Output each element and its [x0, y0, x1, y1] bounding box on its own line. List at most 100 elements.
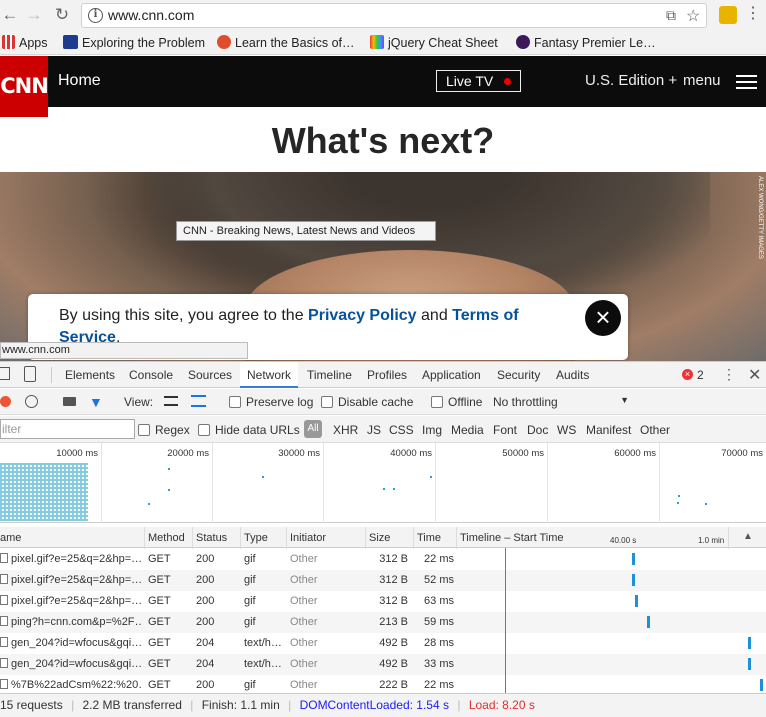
page-headline: What's next? — [271, 120, 495, 161]
throttling-select[interactable]: No throttling ▼ — [493, 395, 635, 409]
bookmark-fantasy-pl[interactable]: Fantasy Premier Le… — [516, 35, 656, 50]
error-count[interactable]: 2 — [697, 368, 704, 382]
capture-screenshots-icon[interactable] — [63, 397, 76, 406]
request-name: %7B%22adCsm%22:%20… — [0, 679, 142, 691]
bookmark-apps[interactable]: Apps — [2, 35, 48, 50]
filter-css[interactable]: CSS — [389, 423, 414, 437]
table-row[interactable]: gen_204?id=wfocus&gqi… GET 204 text/h… Other… — [0, 654, 766, 675]
filter-media[interactable]: Media — [451, 423, 484, 437]
request-size: 213 B — [379, 616, 408, 628]
filter-input[interactable]: ilter — [0, 419, 135, 439]
table-row[interactable]: pixel.gif?e=25&q=2&hp=… GET 200 gif Other 312… — [0, 591, 766, 612]
request-method: GET — [148, 616, 171, 628]
preserve-log-checkbox[interactable]: Preserve log — [229, 395, 313, 409]
table-row[interactable]: gen_204?id=wfocus&gqi… GET 204 text/h… Other… — [0, 633, 766, 654]
filter-manifest[interactable]: Manifest — [586, 423, 631, 437]
col-time[interactable]: Time — [417, 532, 441, 544]
forward-icon[interactable]: → — [24, 5, 44, 25]
tab-security[interactable]: Security — [497, 368, 540, 382]
devtools-menu-icon[interactable]: ⋮ — [722, 366, 736, 383]
col-size[interactable]: Size — [369, 532, 390, 544]
offline-checkbox[interactable]: Offline — [431, 395, 482, 409]
disable-cache-checkbox[interactable]: Disable cache — [321, 395, 413, 409]
filter-js[interactable]: JS — [367, 423, 381, 437]
back-icon[interactable]: ← — [0, 5, 20, 25]
view-label: View: — [124, 395, 154, 409]
request-time: 28 ms — [424, 637, 454, 649]
tab-audits[interactable]: Audits — [556, 368, 589, 382]
file-icon — [0, 637, 8, 647]
col-name[interactable]: ame — [0, 532, 21, 544]
cnn-logo[interactable]: CNN — [0, 56, 49, 117]
record-icon[interactable] — [0, 396, 11, 407]
large-rows-icon[interactable] — [164, 396, 178, 406]
col-status[interactable]: Status — [196, 532, 227, 544]
request-name: pixel.gif?e=25&q=2&hp=… — [0, 574, 142, 586]
tab-timeline[interactable]: Timeline — [307, 368, 352, 382]
tab-application[interactable]: Application — [422, 368, 481, 382]
menu-label[interactable]: menu — [683, 72, 721, 89]
filter-doc[interactable]: Doc — [527, 423, 548, 437]
inspect-element-icon[interactable] — [0, 367, 10, 380]
tab-sources[interactable]: Sources — [188, 368, 232, 382]
sort-ascending-icon[interactable]: ▲ — [743, 531, 753, 542]
request-method: GET — [148, 553, 171, 565]
tab-elements[interactable]: Elements — [65, 368, 115, 382]
clear-icon[interactable] — [25, 395, 38, 408]
close-consent-button[interactable]: × — [585, 300, 621, 336]
close-devtools-icon[interactable]: ✕ — [748, 365, 761, 385]
waterfall-view-icon[interactable] — [191, 395, 206, 407]
col-initiator[interactable]: Initiator — [290, 532, 326, 544]
blocked-plugin-icon[interactable]: ⧉ — [666, 7, 676, 24]
filter-xhr[interactable]: XHR — [333, 423, 358, 437]
overview-dot — [678, 495, 680, 497]
more-menu-icon[interactable]: ⋮ — [745, 5, 761, 23]
table-row[interactable]: pixel.gif?e=25&q=2&hp=… GET 200 gif Other 312… — [0, 549, 766, 570]
bookmark-jquery[interactable]: jQuery Cheat Sheet — [370, 35, 498, 50]
regex-checkbox[interactable]: Regex — [138, 423, 190, 437]
error-icon[interactable]: × — [682, 369, 693, 380]
request-initiator: Other — [290, 595, 318, 607]
filter-ws[interactable]: WS — [557, 423, 576, 437]
address-bar[interactable]: i www.cnn.com ⧉ ☆ — [81, 3, 707, 28]
bookmark-star-icon[interactable]: ☆ — [686, 6, 700, 26]
edition-selector[interactable]: U.S. Edition + — [585, 72, 677, 89]
bookmark-exploring[interactable]: Exploring the Problem — [63, 35, 205, 50]
col-method[interactable]: Method — [148, 532, 185, 544]
tab-profiles[interactable]: Profiles — [367, 368, 407, 382]
live-tv-button[interactable]: Live TV — [436, 70, 521, 92]
table-row[interactable]: pixel.gif?e=25&q=2&hp=… GET 200 gif Other 312… — [0, 570, 766, 591]
status-bubble: www.cnn.com — [0, 342, 248, 359]
tab-network[interactable]: Network — [240, 362, 299, 388]
network-overview[interactable]: 10000 ms 20000 ms 30000 ms 40000 ms 5000… — [0, 443, 766, 523]
reload-icon[interactable]: ↻ — [52, 5, 72, 25]
request-time: 22 ms — [424, 553, 454, 565]
waterfall-bar — [635, 595, 638, 607]
summary-separator: | — [288, 698, 292, 712]
overview-dot — [262, 476, 264, 478]
info-icon[interactable]: i — [88, 8, 103, 23]
tab-console[interactable]: Console — [129, 368, 173, 382]
col-timeline[interactable]: Timeline – Start Time — [460, 532, 564, 544]
summary-transferred: 2.2 MB transferred — [82, 698, 182, 712]
filter-all-button[interactable]: All — [304, 420, 322, 438]
extension-icon[interactable] — [719, 6, 737, 24]
overview-dot — [148, 503, 150, 505]
device-mode-icon[interactable] — [24, 366, 36, 382]
toolbar-divider — [51, 367, 52, 383]
filter-other[interactable]: Other — [640, 423, 670, 437]
summary-dom-content-loaded: DOMContentLoaded: 1.54 s — [299, 698, 449, 712]
table-row[interactable]: ping?h=cnn.com&p=%2F… GET 200 gif Other 213 B… — [0, 612, 766, 633]
hide-data-urls-checkbox[interactable]: Hide data URLs — [198, 423, 300, 437]
filter-font[interactable]: Font — [493, 423, 517, 437]
col-type[interactable]: Type — [244, 532, 268, 544]
hamburger-menu-icon[interactable] — [736, 75, 757, 89]
privacy-policy-link[interactable]: Privacy Policy — [308, 307, 417, 324]
bookmark-learn-basics[interactable]: Learn the Basics of… — [217, 35, 355, 50]
file-icon — [0, 616, 8, 626]
filter-img[interactable]: Img — [422, 423, 442, 437]
nav-home-link[interactable]: Home — [58, 72, 101, 90]
overview-dot — [383, 488, 385, 490]
premier-league-icon — [516, 35, 530, 49]
filter-icon[interactable]: ▼ — [89, 394, 103, 410]
